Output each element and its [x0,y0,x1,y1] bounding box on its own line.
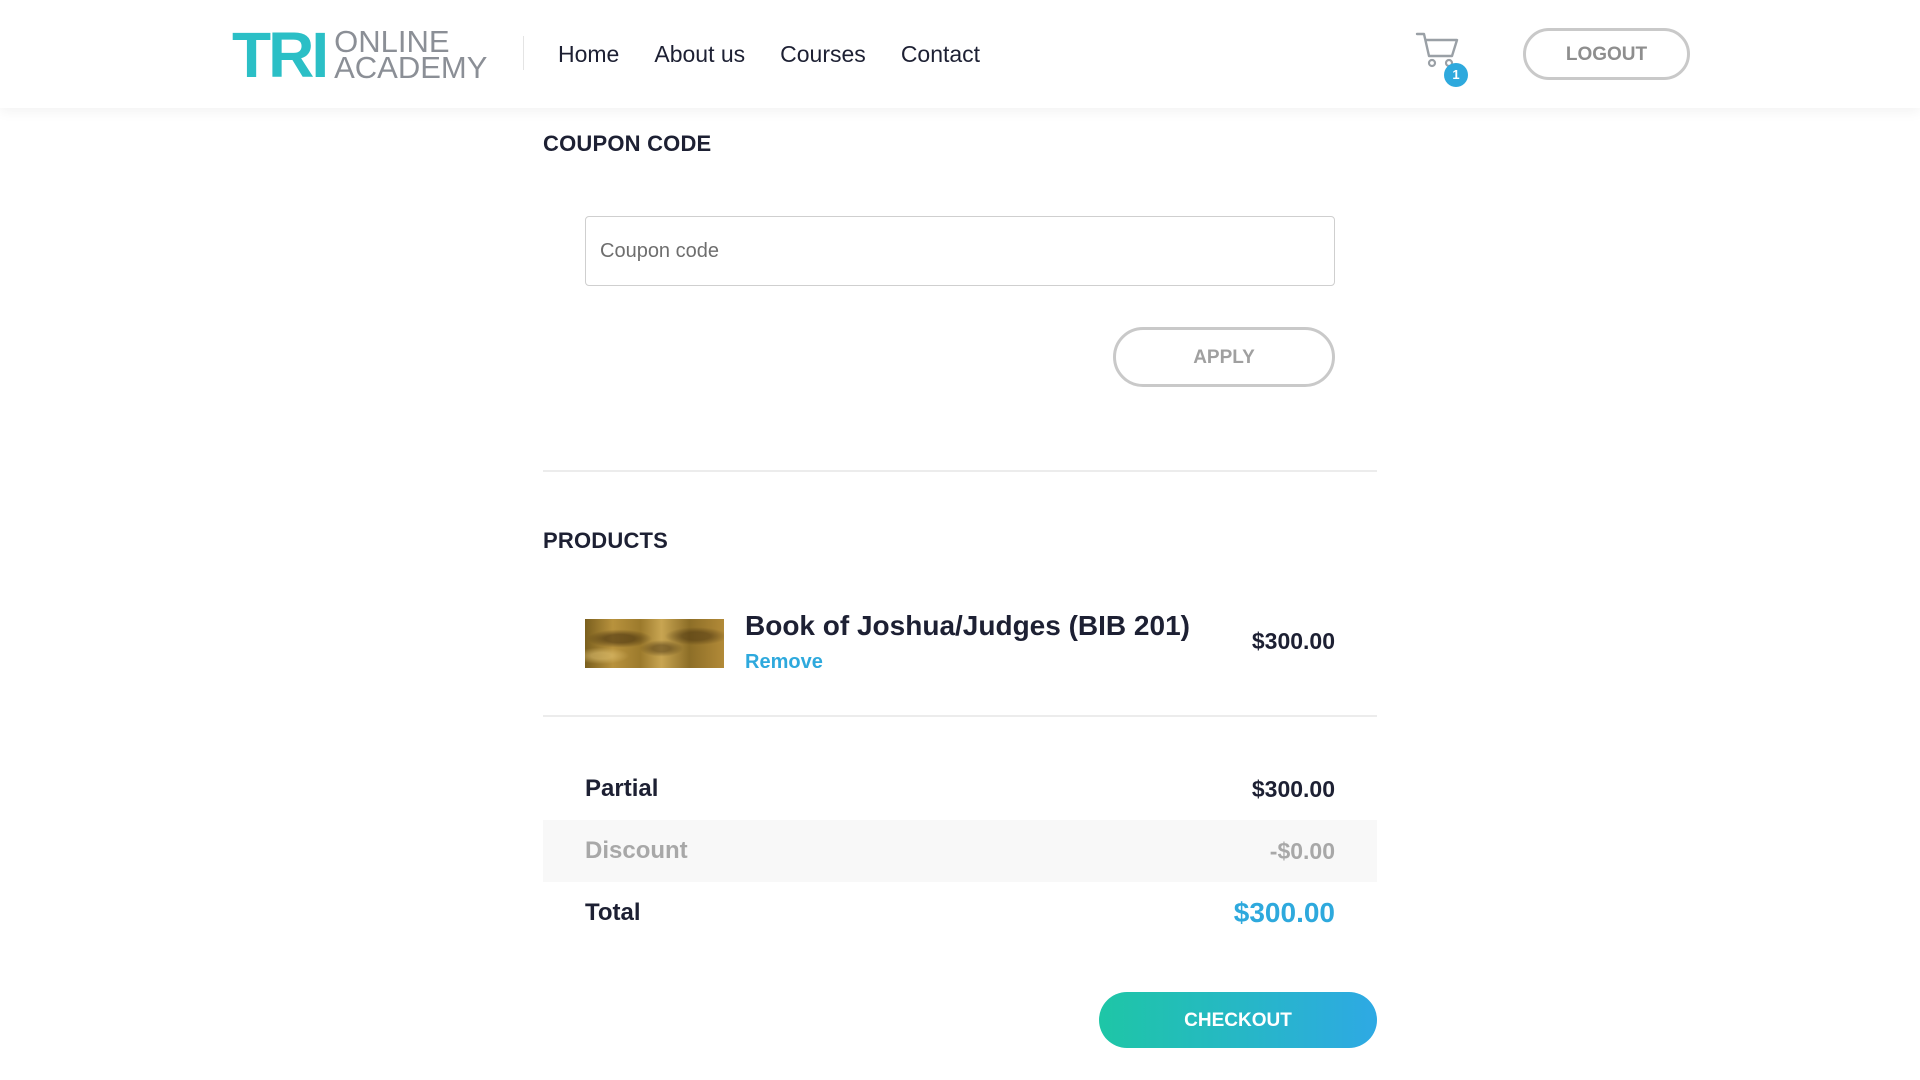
nav-link-courses[interactable]: Courses [780,41,866,68]
logo-mark: TRI [232,19,329,91]
summary-partial-row: Partial $300.00 [543,758,1377,820]
logo-line-academy: ACADEMY [334,50,488,85]
product-price: $300.00 [1251,628,1335,654]
apply-coupon-button[interactable]: APPLY [1113,327,1335,387]
logout-button[interactable]: LOGOUT [1523,28,1690,80]
site-header: TRI ONLINE ACADEMY Home About us Courses… [0,0,1920,108]
partial-value: $300.00 [1251,776,1335,802]
checkout-button[interactable]: CHECKOUT [1099,992,1377,1048]
product-thumbnail [585,619,724,668]
header-divider [523,36,524,70]
coupon-code-input[interactable] [585,216,1335,286]
nav-link-contact[interactable]: Contact [901,41,980,68]
cart-button[interactable]: 1 [1415,30,1471,87]
academy-logo[interactable]: TRI ONLINE ACADEMY [232,19,488,91]
section-divider [543,470,1377,472]
remove-product-link[interactable]: Remove [745,651,823,674]
cart-count-badge: 1 [1444,63,1468,87]
logo-text: ONLINE ACADEMY [334,26,488,85]
section-divider [543,715,1377,717]
product-name: Book of Joshua/Judges (BIB 201) [745,610,1190,641]
total-value: $300.00 [1233,897,1335,928]
discount-label: Discount [585,837,688,864]
partial-label: Partial [585,775,659,802]
main-nav: Home About us Courses Contact [558,35,1015,73]
total-label: Total [585,899,641,926]
products-section-title: PRODUCTS [543,528,669,553]
nav-link-home[interactable]: Home [558,41,619,68]
summary-total-row: Total $300.00 [543,882,1377,944]
summary-discount-row: Discount -$0.00 [543,820,1377,882]
coupon-section-title: COUPON CODE [543,131,712,156]
nav-link-about-us[interactable]: About us [654,41,745,68]
discount-value: -$0.00 [1269,838,1335,864]
